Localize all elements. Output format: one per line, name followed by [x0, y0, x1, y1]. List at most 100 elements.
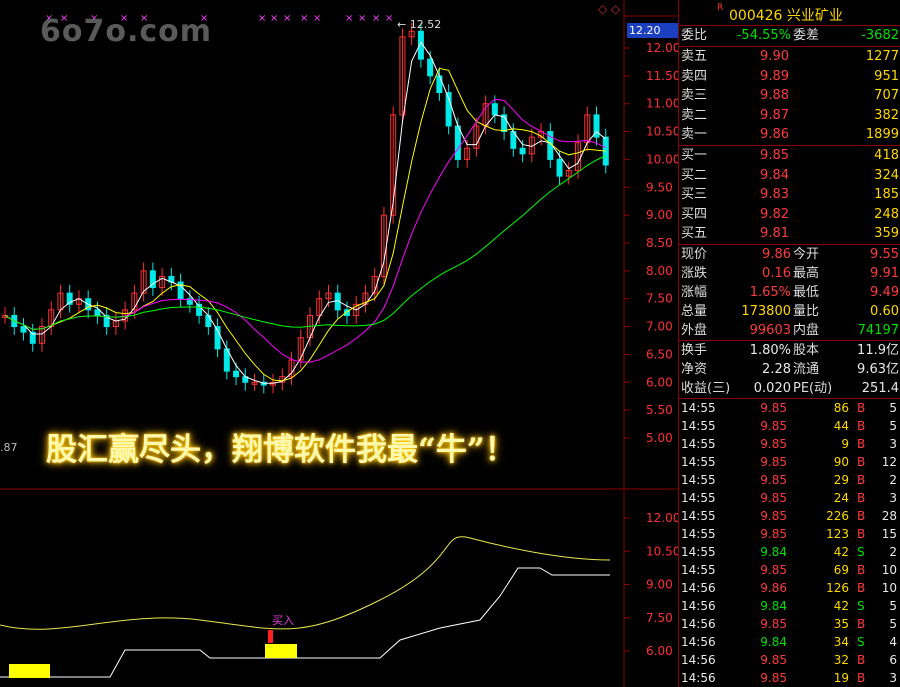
- buy-level-row: 买二 9.84 324: [679, 166, 900, 186]
- tick-row: 14:56 9.85 35 B 5: [679, 615, 900, 633]
- level-volume: 418: [874, 147, 899, 163]
- level-price: 9.87: [760, 107, 789, 123]
- weicha-value: -3682: [861, 28, 899, 43]
- tick-volume: 123: [826, 526, 849, 541]
- tick-volume: 19: [833, 670, 849, 685]
- level-volume: 1277: [865, 49, 899, 64]
- slogan-text: 股汇赢尽头，翔博软件我最“牛”！: [46, 432, 516, 468]
- candle-body: [491, 103, 498, 116]
- stat-value: 9.86: [762, 246, 791, 262]
- candle-body: [233, 370, 240, 378]
- indicator-yellow-line: [0, 536, 611, 630]
- level-label: 买三: [681, 187, 708, 203]
- candle-body: [427, 58, 434, 77]
- buy-level-row: 买三 9.83 185: [679, 185, 900, 205]
- tick-volume: 86: [833, 400, 849, 415]
- tick-time: 14:55: [681, 490, 716, 505]
- stat-label: 净资: [681, 361, 708, 377]
- stat-label: 现价: [681, 246, 708, 262]
- diamond-icon-2[interactable]: ◇: [611, 2, 620, 16]
- stat-label-2: 股本: [793, 342, 820, 358]
- tick-volume: 90: [833, 454, 849, 469]
- stat-value: 0.020: [753, 380, 791, 396]
- tick-time: 14:56: [681, 598, 716, 613]
- tick-count: 28: [881, 508, 897, 523]
- tick-price: 9.85: [760, 454, 787, 469]
- tick-time: 14:55: [681, 436, 716, 451]
- price-axis-label: 12.00: [646, 41, 678, 55]
- tick-price: 9.85: [760, 670, 787, 685]
- price-axis-label: 10.00: [646, 152, 678, 166]
- tick-volume: 42: [833, 598, 849, 613]
- stat-label-2: 内盘: [793, 322, 820, 338]
- indicator-axis-label: 10.50: [646, 544, 678, 558]
- stat-label: 涨跌: [681, 265, 708, 281]
- stat-value-2: 9.55: [870, 246, 899, 262]
- sell-level-row: 卖五 9.90 1277: [679, 47, 900, 67]
- current-price-badge: 12.20: [627, 23, 678, 38]
- tick-row: 14:55 9.84 42 S 2: [679, 543, 900, 561]
- stock-code-name[interactable]: 000426 兴业矿业: [729, 5, 843, 25]
- stat-label-2: PE(动): [793, 380, 833, 396]
- sell-level-row: 卖三 9.88 707: [679, 86, 900, 106]
- tick-count: 2: [889, 472, 897, 487]
- diamond-icon[interactable]: ◇: [598, 2, 607, 16]
- stat-value-2: 251.4: [861, 380, 899, 396]
- price-axis-label: 7.00: [646, 320, 673, 334]
- top-marker: ×: [358, 13, 366, 24]
- candle-body: [20, 326, 27, 333]
- price-axis-label: 10.50: [646, 125, 678, 139]
- candle-body: [556, 158, 563, 177]
- stat-value-2: 74197: [857, 322, 899, 338]
- indicator-white-line: [0, 567, 610, 678]
- stats-block-2: 换手 1.80% 股本 11.9亿 净资 2.28 流通 9.63亿 收益(三) 0.020 PE(…: [679, 339, 900, 398]
- watermark: 6o7o.com: [40, 14, 213, 49]
- tick-count: 2: [889, 544, 897, 559]
- ma5-line: [4, 41, 607, 384]
- tick-time: 14:56: [681, 670, 716, 685]
- tick-count: 6: [889, 652, 897, 667]
- weicha-label: 委差: [793, 28, 820, 43]
- tick-time: 14:56: [681, 616, 716, 631]
- stat-value: 173800: [741, 303, 791, 319]
- stat-value-2: 0.60: [870, 303, 899, 319]
- tick-price: 9.85: [760, 418, 787, 433]
- stat2-row: 换手 1.80% 股本 11.9亿: [679, 341, 900, 360]
- tick-list[interactable]: 14:55 9.85 86 B 5 14:55 9.85 44 B 5 14:55 9.85 9 B 3 14…: [679, 397, 900, 687]
- tick-price: 9.85: [760, 616, 787, 631]
- tick-count: 3: [889, 670, 897, 685]
- level-price: 9.85: [760, 147, 789, 163]
- tick-count: 4: [889, 634, 897, 649]
- level-label: 买二: [681, 167, 708, 183]
- stat2-row: 收益(三) 0.020 PE(动) 251.4: [679, 379, 900, 398]
- tick-count: 5: [889, 418, 897, 433]
- tick-side: B: [857, 490, 866, 505]
- tick-price: 9.85: [760, 490, 787, 505]
- stat-label-2: 流通: [793, 361, 820, 377]
- tick-time: 14:55: [681, 418, 716, 433]
- tick-count: 15: [881, 526, 897, 541]
- price-axis-label: 8.50: [646, 236, 673, 250]
- tick-price: 9.85: [760, 652, 787, 667]
- price-axis-label: 5.50: [646, 403, 673, 417]
- tick-volume: 42: [833, 544, 849, 559]
- tick-row: 14:56 9.86 126 B 10: [679, 579, 900, 597]
- sell-orders: 卖五 9.90 1277 卖四 9.89 951 卖三 9.88 707 卖二 9.87 382 卖一 9…: [679, 46, 900, 145]
- tick-price: 9.85: [760, 508, 787, 523]
- stat-label: 外盘: [681, 322, 708, 338]
- tick-volume: 24: [833, 490, 849, 505]
- kline-chart-area[interactable]: 12.00 11.50 11.00 10.50 10.00 9.50 9.00 8.50 8.0…: [0, 0, 678, 687]
- stat-label-2: 最低: [793, 284, 820, 300]
- tick-count: 5: [889, 616, 897, 631]
- weibi-value: -54.55%: [736, 28, 791, 43]
- top-marker: ×: [258, 13, 266, 24]
- kline-chart-svg[interactable]: 12.00 11.50 11.00 10.50 10.00 9.50 9.00 8.50 8.0…: [0, 0, 678, 687]
- tick-count: 5: [889, 400, 897, 415]
- tick-row: 14:56 9.85 32 B 6: [679, 651, 900, 669]
- candle-body: [519, 147, 526, 155]
- tick-time: 14:55: [681, 562, 716, 577]
- ma60-line: [4, 155, 607, 330]
- level-price: 9.81: [760, 226, 789, 242]
- tick-time: 14:55: [681, 544, 716, 559]
- stat-value: 1.65%: [749, 284, 791, 300]
